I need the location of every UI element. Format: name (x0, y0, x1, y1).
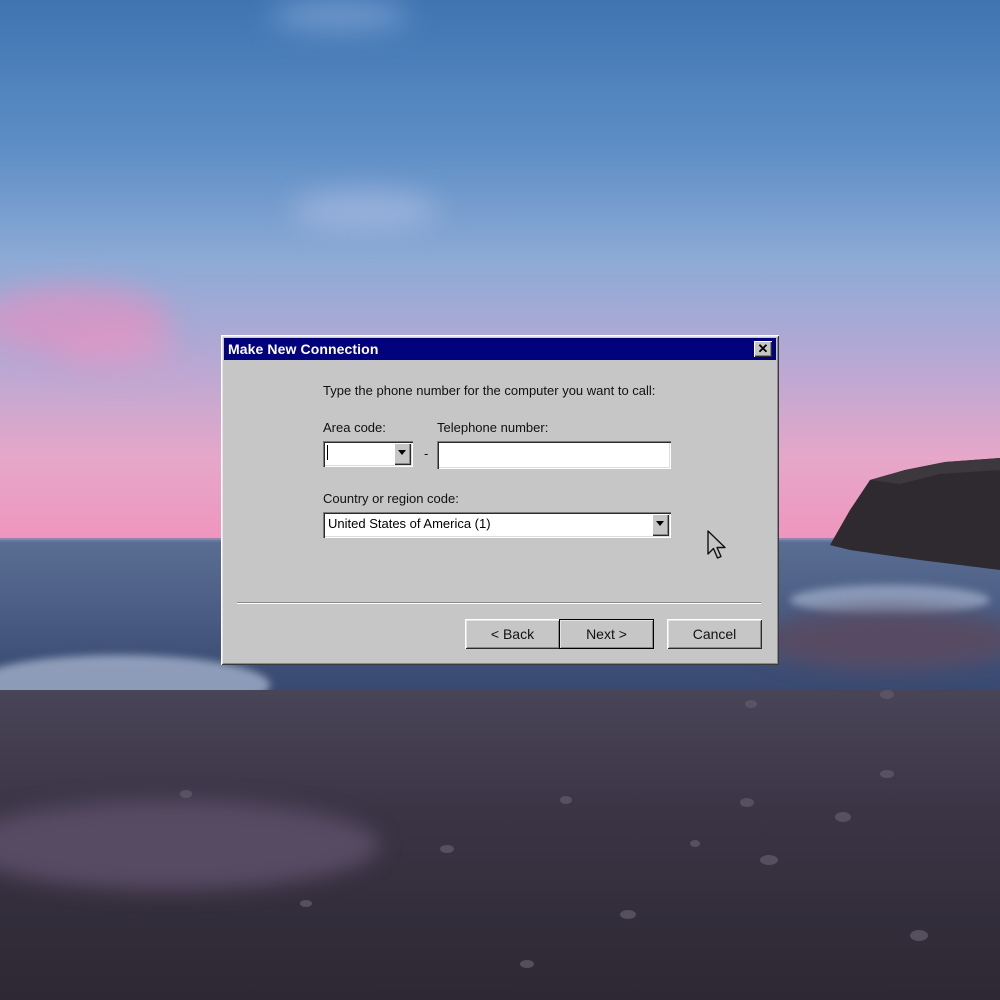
divider (237, 602, 761, 604)
area-code-label: Area code: (323, 420, 386, 435)
pebble (440, 845, 454, 853)
next-button[interactable]: Next > (559, 619, 654, 649)
mouse-pointer-icon (707, 530, 726, 559)
make-new-connection-dialog: Make New Connection ✕ Type the phone num… (221, 335, 779, 665)
pebble (740, 798, 754, 807)
area-code-dropdown-button[interactable] (394, 443, 411, 465)
pebble (620, 910, 636, 919)
telephone-number-label: Telephone number: (437, 420, 549, 435)
pebble (835, 812, 851, 822)
country-code-dropdown-button[interactable] (652, 514, 669, 536)
chevron-down-icon (656, 521, 664, 526)
instruction-text: Type the phone number for the computer y… (323, 383, 656, 398)
pebble (745, 700, 757, 708)
title-bar[interactable]: Make New Connection ✕ (224, 338, 776, 360)
pebble (180, 790, 192, 798)
pebble (300, 900, 312, 907)
close-button[interactable]: ✕ (754, 341, 772, 357)
text-caret (327, 445, 328, 460)
pebble (690, 840, 700, 847)
dash-separator: - (424, 446, 429, 461)
telephone-number-input[interactable] (437, 441, 671, 469)
pebble (880, 770, 894, 778)
close-icon: ✕ (757, 341, 769, 356)
pebble (520, 960, 534, 968)
pebble (760, 855, 778, 865)
country-code-select[interactable]: United States of America (1) (323, 512, 671, 538)
window-title: Make New Connection (228, 341, 379, 357)
chevron-down-icon (398, 450, 406, 455)
country-code-label: Country or region code: (323, 491, 459, 506)
area-code-combobox[interactable] (323, 441, 413, 467)
pebble (880, 690, 894, 699)
pebble (560, 796, 572, 804)
country-code-selected: United States of America (1) (328, 516, 491, 531)
cancel-button[interactable]: Cancel (667, 619, 762, 649)
pebble (910, 930, 928, 941)
back-button[interactable]: < Back (465, 619, 560, 649)
